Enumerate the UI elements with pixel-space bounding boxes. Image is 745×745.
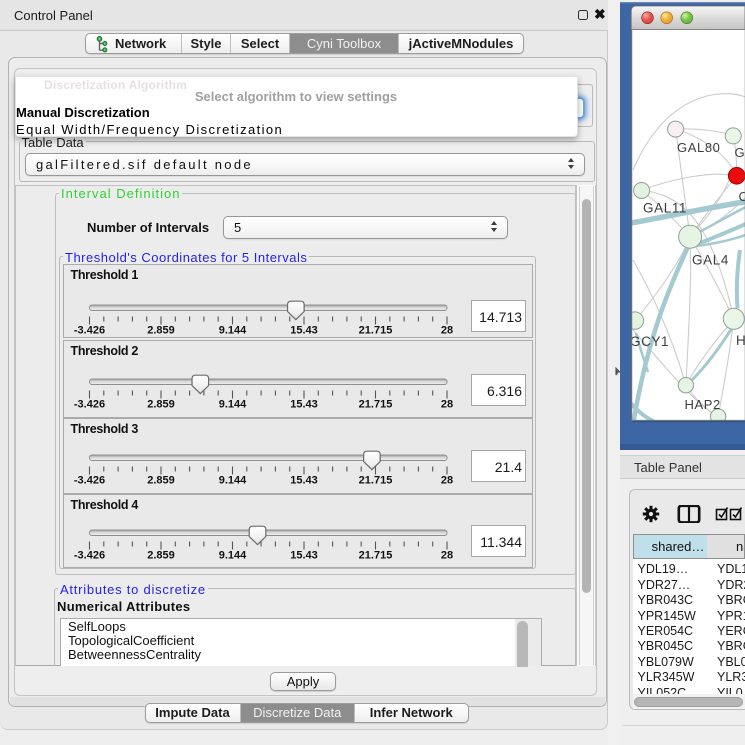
svg-text:GCY1: GCY1: [630, 334, 669, 349]
svg-text:15.43: 15.43: [290, 475, 318, 487]
svg-text:C: C: [739, 189, 745, 204]
svg-text:21.715: 21.715: [358, 475, 392, 487]
svg-text:21.715: 21.715: [358, 550, 392, 562]
svg-text:9.144: 9.144: [218, 325, 246, 337]
svg-text:15.43: 15.43: [290, 550, 318, 562]
svg-text:15.43: 15.43: [290, 399, 318, 411]
svg-text:21.715: 21.715: [358, 399, 392, 411]
svg-text:-3.426: -3.426: [73, 325, 104, 337]
svg-text:2.859: 2.859: [147, 325, 175, 337]
svg-text:H: H: [736, 333, 745, 348]
svg-text:9.144: 9.144: [218, 399, 246, 411]
svg-text:2.859: 2.859: [147, 475, 175, 487]
svg-text:GAL11: GAL11: [643, 201, 687, 216]
svg-text:2.859: 2.859: [147, 399, 175, 411]
svg-text:28: 28: [440, 325, 452, 337]
svg-text:15.43: 15.43: [290, 325, 318, 337]
svg-text:28: 28: [440, 475, 452, 487]
svg-text:9.144: 9.144: [218, 475, 246, 487]
svg-text:28: 28: [440, 399, 452, 411]
svg-text:G.: G.: [735, 145, 745, 160]
svg-text:28: 28: [440, 550, 452, 562]
svg-text:-3.426: -3.426: [73, 399, 104, 411]
svg-text:GAL4: GAL4: [692, 253, 729, 268]
svg-text:21.715: 21.715: [358, 325, 392, 337]
svg-text:GAL80: GAL80: [677, 140, 720, 155]
svg-text:2.859: 2.859: [147, 550, 175, 562]
svg-text:HAP2: HAP2: [685, 397, 721, 412]
svg-text:9.144: 9.144: [218, 550, 246, 562]
svg-text:-3.426: -3.426: [73, 475, 104, 487]
svg-text:-3.426: -3.426: [73, 550, 104, 562]
